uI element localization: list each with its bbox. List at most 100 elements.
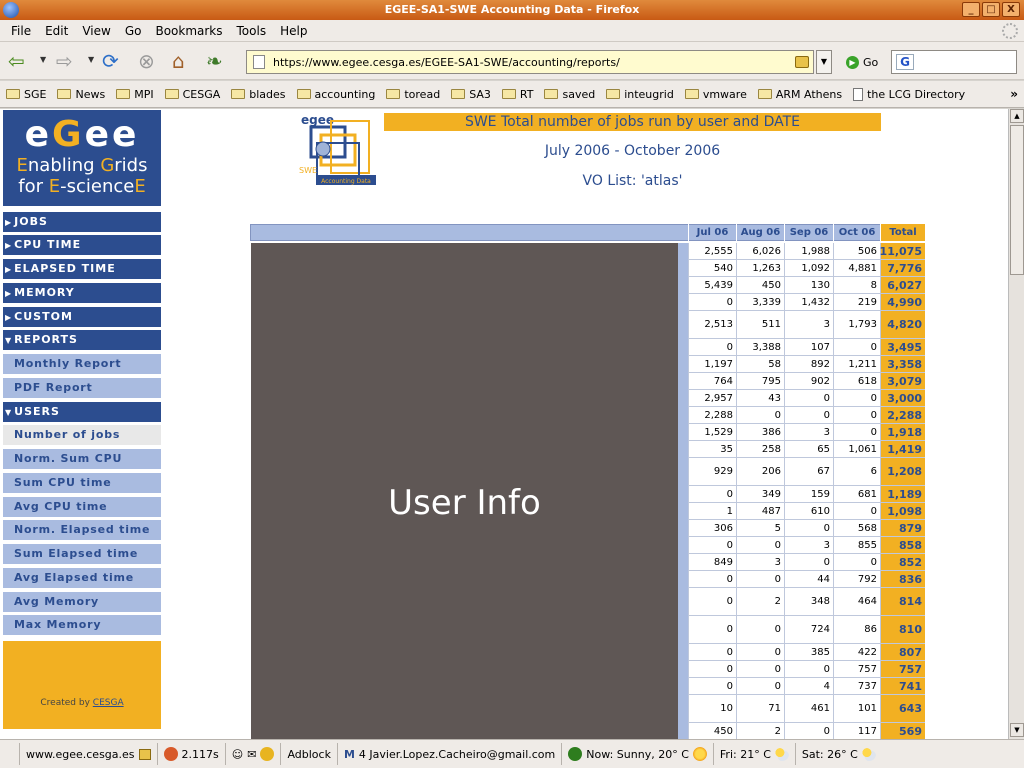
close-button[interactable]: X	[1002, 2, 1020, 17]
extension-icon[interactable]	[260, 747, 275, 761]
table-cell-jul-06: 0	[688, 486, 736, 502]
nav-label: MEMORY	[14, 286, 75, 299]
page-scrollbar[interactable]: ▲ ▼	[1008, 109, 1024, 739]
nav-norm-elapsed-time[interactable]: Norm. Elapsed time	[3, 520, 161, 540]
egee-logo[interactable]: eGee Enabling Grids for E-scienceE	[3, 110, 161, 206]
bookmark-folder[interactable]: RT	[501, 88, 533, 101]
scroll-thumb[interactable]	[1010, 125, 1024, 275]
table-row: 0 2 348 464 814	[688, 588, 925, 616]
status-weather-sat[interactable]: Sat: 26° C	[796, 743, 882, 765]
nav-users[interactable]: ▼ USERS	[3, 402, 161, 422]
nav-reports[interactable]: ▼ REPORTS	[3, 330, 161, 350]
bookmark-folder[interactable]: CESGA	[164, 88, 220, 101]
menu-file[interactable]: File	[4, 24, 38, 38]
reload-icon[interactable]: ⟳	[102, 49, 119, 73]
menu-view[interactable]: View	[75, 24, 117, 38]
bookmark-folder[interactable]: blades	[231, 88, 286, 101]
created-by-text: Created by	[40, 698, 93, 708]
cesga-link[interactable]: CESGA	[93, 698, 124, 708]
table-cell-sep-06: 65	[784, 441, 833, 457]
nav-elapsed-time[interactable]: ▶ ELAPSED TIME	[3, 259, 161, 279]
nav-max-memory[interactable]: Max Memory	[3, 615, 161, 635]
status-host[interactable]: www.egee.cesga.es	[20, 743, 158, 765]
home-icon[interactable]: ⌂	[172, 49, 185, 73]
table-cell-oct-06: 0	[833, 390, 880, 406]
lock-icon[interactable]	[795, 56, 809, 68]
bookmark-folder[interactable]: News	[57, 88, 105, 101]
table-row: 2,513 511 3 1,793 4,820	[688, 311, 925, 339]
status-weather-fri[interactable]: Fri: 21° C	[714, 743, 796, 765]
nav-jobs[interactable]: ▶ JOBS	[3, 212, 161, 232]
stop-icon[interactable]: ⊗	[138, 49, 155, 73]
search-input[interactable]: G	[891, 50, 1017, 74]
scroll-down-arrow-icon[interactable]: ▼	[1010, 723, 1024, 737]
window-titlebar: EGEE-SA1-SWE Accounting Data - Firefox _…	[0, 0, 1024, 20]
status-load-time[interactable]: 2.117s	[158, 743, 226, 765]
bookmark-folder[interactable]: saved	[544, 88, 595, 101]
menu-help[interactable]: Help	[273, 24, 314, 38]
nav-norm-sum-cpu[interactable]: Norm. Sum CPU	[3, 449, 161, 469]
status-extensions[interactable]: ☺ ✉	[226, 743, 282, 765]
nav-avg-elapsed-time[interactable]: Avg Elapsed time	[3, 568, 161, 588]
address-bar[interactable]: https://www.egee.cesga.es/EGEE-SA1-SWE/a…	[246, 50, 814, 74]
google-search-icon[interactable]: G	[896, 54, 914, 70]
table-cell-total: 1,189	[880, 486, 925, 502]
nav-avg-memory[interactable]: Avg Memory	[3, 592, 161, 612]
forward-arrow-icon[interactable]: ⇨	[56, 49, 73, 73]
sidebar: eGee Enabling Grids for E-scienceE ▶ JOBS…	[0, 109, 165, 739]
bookmarks-overflow-chevron-icon[interactable]: »	[1010, 87, 1018, 101]
table-cell-aug-06: 0	[736, 661, 784, 677]
status-gmail[interactable]: M4 Javier.Lopez.Cacheiro@gmail.com	[338, 743, 563, 765]
nav-pdf-report[interactable]: PDF Report	[3, 378, 161, 398]
nav-monthly-report[interactable]: Monthly Report	[3, 354, 161, 374]
created-by-box: Created by CESGA	[3, 641, 161, 729]
nav-number-of-jobs[interactable]: Number of jobs	[3, 425, 161, 445]
logo-swe: SWE	[299, 166, 317, 175]
bookmark-label: toread	[404, 87, 441, 101]
bookmark-link[interactable]: the LCG Directory	[853, 87, 965, 101]
table-cell-aug-06: 0	[736, 616, 784, 643]
expand-arrow-icon: ▶	[5, 218, 13, 227]
nav-sum-elapsed-time[interactable]: Sum Elapsed time	[3, 544, 161, 564]
menu-bookmarks[interactable]: Bookmarks	[148, 24, 229, 38]
header-col-oct-06: Oct 06	[833, 224, 880, 241]
menu-go[interactable]: Go	[118, 24, 149, 38]
nav-avg-cpu-time[interactable]: Avg CPU time	[3, 497, 161, 517]
status-adblock[interactable]: Adblock	[281, 743, 338, 765]
status-weather-now[interactable]: Now: Sunny, 20° C	[562, 743, 714, 765]
bookmark-folder[interactable]: SA3	[451, 88, 491, 101]
go-button[interactable]: ▶ Go	[846, 50, 878, 74]
forward-history-dropdown[interactable]: ▼	[88, 55, 94, 64]
bookmark-folder[interactable]: inteugrid	[606, 88, 674, 101]
bookmark-folder[interactable]: toread	[386, 88, 440, 101]
weather-now-text: Now: Sunny, 20° C	[586, 747, 689, 761]
scroll-up-arrow-icon[interactable]: ▲	[1010, 109, 1024, 123]
bookmark-folder[interactable]: SGE	[6, 88, 46, 101]
bookmark-folder[interactable]: vmware	[684, 88, 747, 101]
maximize-button[interactable]: □	[982, 2, 1000, 17]
go-arrow-icon: ▶	[846, 55, 859, 69]
table-row: 0 0 0 757 757	[688, 661, 925, 678]
header-col-total: Total	[880, 224, 925, 241]
table-cell-oct-06: 6	[833, 458, 880, 485]
user-info-stripe	[678, 243, 688, 739]
bookmark-folder[interactable]: MPI	[116, 88, 154, 101]
nav-cpu-time[interactable]: ▶ CPU TIME	[3, 235, 161, 255]
back-history-dropdown[interactable]: ▼	[40, 55, 46, 64]
bookmark-folder[interactable]: ARM Athens	[757, 88, 842, 101]
menu-tools[interactable]: Tools	[230, 24, 274, 38]
smiley-icon[interactable]: ☺	[232, 748, 243, 761]
folder-icon	[386, 89, 401, 99]
nav-sum-cpu-time[interactable]: Sum CPU time	[3, 473, 161, 493]
minimize-button[interactable]: _	[962, 2, 980, 17]
bookmark-folder[interactable]: accounting	[296, 88, 375, 101]
table-cell-total: 1,419	[880, 441, 925, 457]
back-arrow-icon[interactable]: ⇦	[8, 49, 25, 73]
url-text[interactable]: https://www.egee.cesga.es/EGEE-SA1-SWE/a…	[273, 56, 795, 69]
nav-custom[interactable]: ▶ CUSTOM	[3, 307, 161, 327]
url-history-dropdown[interactable]: ▼	[816, 50, 832, 74]
leaf-icon[interactable]: ❧	[206, 49, 223, 73]
menu-edit[interactable]: Edit	[38, 24, 75, 38]
mail-icon[interactable]: ✉	[247, 748, 256, 761]
nav-memory[interactable]: ▶ MEMORY	[3, 283, 161, 303]
